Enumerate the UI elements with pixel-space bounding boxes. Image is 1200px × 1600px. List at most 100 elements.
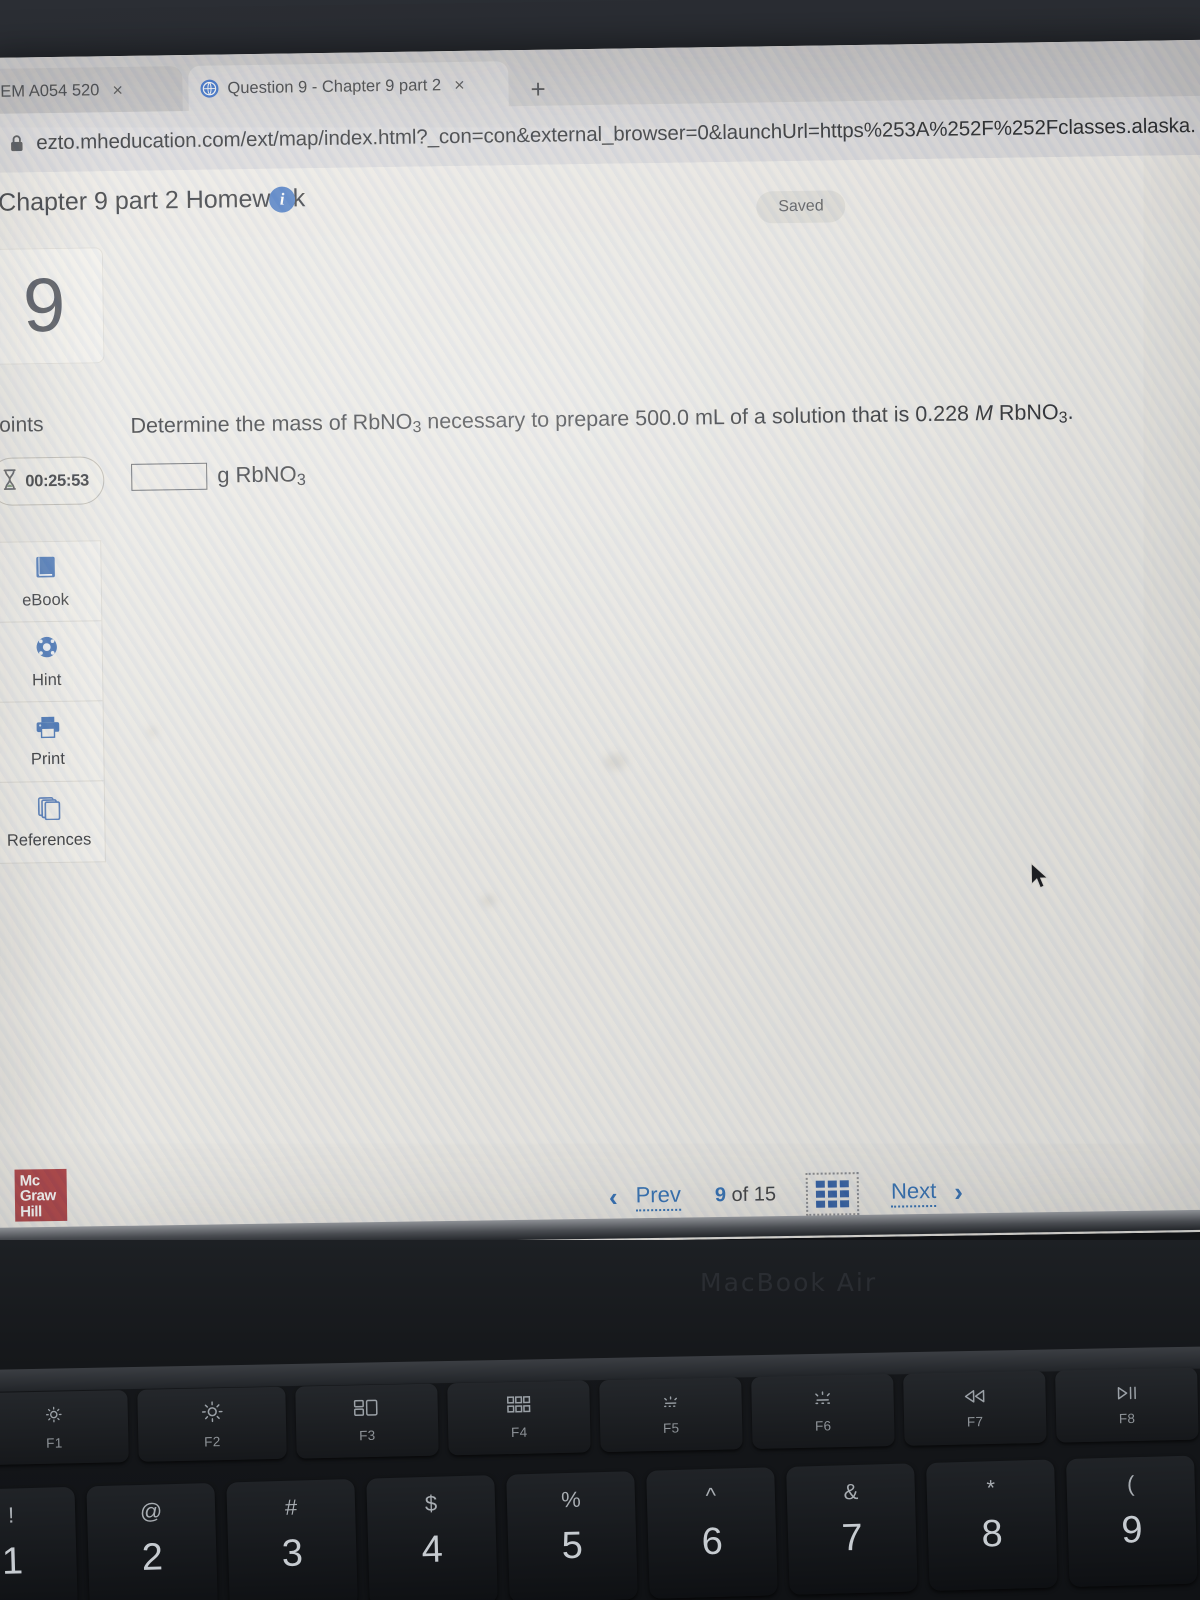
hourglass-icon bbox=[1, 468, 18, 495]
key-label: F5 bbox=[662, 1420, 680, 1436]
answer-unit-subscript: 3 bbox=[296, 470, 306, 489]
question-subscript: 3 bbox=[412, 419, 422, 437]
keyboard-number-row: ! 1 @ 2 # 3 $ 4 % 5 ^ 6 & 7 * 8 (9 bbox=[0, 1453, 1200, 1600]
browser-chrome: CHEM A054 520 × Question 9 - Chapter 9 p… bbox=[0, 39, 1200, 173]
key-5[interactable]: % 5 bbox=[506, 1471, 638, 1600]
browser-tab-active[interactable]: Question 9 - Chapter 9 part 2 × bbox=[188, 61, 509, 112]
key-shift-label: ^ bbox=[705, 1482, 717, 1509]
question-number-box: 9 bbox=[0, 247, 105, 365]
question-text-part4: . bbox=[1067, 399, 1074, 424]
laptop-brand-label: MacBook Air bbox=[700, 1268, 878, 1297]
key-f8[interactable]: F8 bbox=[1055, 1367, 1199, 1443]
question-body: Determine the mass of RbNO3 necessary to… bbox=[130, 397, 1091, 492]
key-f2[interactable]: F2 bbox=[137, 1386, 287, 1462]
key-shift-label: % bbox=[560, 1486, 582, 1513]
tool-ebook[interactable]: eBook bbox=[0, 541, 102, 623]
new-tab-button[interactable]: + bbox=[530, 74, 546, 104]
status-badge: Saved bbox=[756, 190, 846, 224]
key-label: 6 bbox=[701, 1520, 724, 1564]
page-title: Chapter 9 part 2 Homework bbox=[0, 184, 306, 217]
mission-control-icon bbox=[353, 1399, 380, 1422]
key-label: F7 bbox=[966, 1413, 984, 1429]
chevron-left-icon[interactable]: ‹ bbox=[609, 1182, 618, 1213]
key-6[interactable]: ^ 6 bbox=[646, 1467, 778, 1599]
laptop-screen: CHEM A054 520 × Question 9 - Chapter 9 p… bbox=[0, 39, 1200, 1250]
key-8[interactable]: * 8 bbox=[926, 1459, 1058, 1591]
key-f7[interactable]: F7 bbox=[903, 1370, 1047, 1446]
globe-icon bbox=[200, 79, 219, 98]
mouse-cursor bbox=[1030, 862, 1050, 895]
key-2[interactable]: @ 2 bbox=[86, 1482, 218, 1600]
key-label: 3 bbox=[281, 1532, 304, 1576]
browser-tab-inactive[interactable]: CHEM A054 520 × bbox=[0, 66, 183, 116]
key-f1[interactable]: F1 bbox=[0, 1390, 129, 1466]
grid-menu-icon[interactable] bbox=[805, 1172, 860, 1216]
key-1[interactable]: ! 1 bbox=[0, 1486, 78, 1600]
question-number: 9 bbox=[22, 262, 66, 349]
keyboard-backlight-down-icon bbox=[658, 1393, 682, 1413]
printer-icon bbox=[33, 714, 61, 743]
chevron-right-icon[interactable]: › bbox=[954, 1177, 963, 1208]
timer-text: 00:25:53 bbox=[25, 470, 90, 490]
close-icon[interactable]: × bbox=[454, 74, 465, 95]
key-label: 1 bbox=[1, 1540, 24, 1583]
logo-line-1: Mc bbox=[19, 1172, 40, 1190]
points-label: points bbox=[0, 413, 44, 437]
tool-label: Print bbox=[30, 749, 66, 768]
lock-icon bbox=[9, 134, 24, 152]
rewind-icon bbox=[961, 1388, 987, 1408]
tool-label: Hint bbox=[31, 670, 62, 689]
play-pause-icon bbox=[1113, 1384, 1139, 1404]
launchpad-icon bbox=[506, 1396, 531, 1418]
laptop-lower-body: MacBook Air F1 F2 F3 F4 F5 F6 F7 F8 ! 1 … bbox=[0, 1240, 1200, 1600]
tab-title: CHEM A054 520 bbox=[0, 80, 100, 101]
key-shift-label: $ bbox=[424, 1490, 438, 1517]
key-shift-label: @ bbox=[139, 1498, 163, 1524]
question-timer: 00:25:53 bbox=[0, 456, 105, 506]
book-icon bbox=[32, 553, 58, 584]
close-icon[interactable]: × bbox=[112, 79, 123, 100]
question-text-part3: RbNO bbox=[992, 400, 1059, 426]
photo-of-laptop: CHEM A054 520 × Question 9 - Chapter 9 p… bbox=[0, 0, 1200, 1600]
key-4[interactable]: $ 4 bbox=[366, 1475, 498, 1600]
key-label: F1 bbox=[46, 1435, 63, 1451]
tool-label: eBook bbox=[22, 590, 70, 609]
key-f3[interactable]: F3 bbox=[295, 1383, 439, 1459]
molarity-symbol: M bbox=[974, 401, 994, 426]
brightness-up-icon bbox=[200, 1400, 224, 1427]
key-7[interactable]: & 7 bbox=[786, 1463, 918, 1595]
key-3[interactable]: # 3 bbox=[226, 1478, 358, 1600]
brightness-down-icon bbox=[44, 1404, 64, 1428]
tool-print[interactable]: Print bbox=[0, 701, 104, 783]
key-f5[interactable]: F5 bbox=[599, 1377, 743, 1453]
lifebuoy-icon bbox=[33, 633, 59, 664]
key-label: 5 bbox=[561, 1524, 584, 1568]
key-label: 2 bbox=[141, 1536, 164, 1579]
answer-input[interactable] bbox=[131, 463, 208, 492]
next-button[interactable]: Next bbox=[890, 1177, 937, 1208]
answer-unit-text: g RbNO bbox=[217, 460, 297, 488]
key-f4[interactable]: F4 bbox=[447, 1380, 591, 1456]
key-shift-label: # bbox=[284, 1494, 298, 1520]
question-subscript: 3 bbox=[1058, 409, 1068, 427]
copy-pages-icon bbox=[35, 794, 61, 825]
tool-label: References bbox=[6, 830, 92, 850]
answer-row: g RbNO3 bbox=[131, 449, 1091, 492]
points-value: 1 bbox=[0, 385, 105, 411]
key-label: 9 bbox=[1120, 1508, 1144, 1552]
logo-line-3: Hill bbox=[19, 1202, 42, 1221]
key-shift-label: ! bbox=[7, 1502, 15, 1528]
key-label: F4 bbox=[510, 1424, 528, 1441]
key-label: F6 bbox=[814, 1418, 832, 1434]
page-counter: 9 of 15 bbox=[715, 1183, 777, 1207]
question-navigation: ‹ Prev 9 of 15 Next › bbox=[609, 1171, 964, 1219]
tool-hint[interactable]: Hint bbox=[0, 621, 103, 703]
logo-line-2: Graw bbox=[19, 1187, 56, 1205]
key-shift-label: & bbox=[843, 1478, 859, 1505]
key-f6[interactable]: F6 bbox=[751, 1373, 895, 1449]
tool-references[interactable]: References bbox=[0, 781, 105, 863]
prev-button[interactable]: Prev bbox=[635, 1181, 682, 1212]
question-text-part1: Determine the mass of RbNO bbox=[130, 409, 413, 438]
of-label: of bbox=[731, 1183, 749, 1207]
key-9[interactable]: ( 9 bbox=[1066, 1455, 1198, 1588]
